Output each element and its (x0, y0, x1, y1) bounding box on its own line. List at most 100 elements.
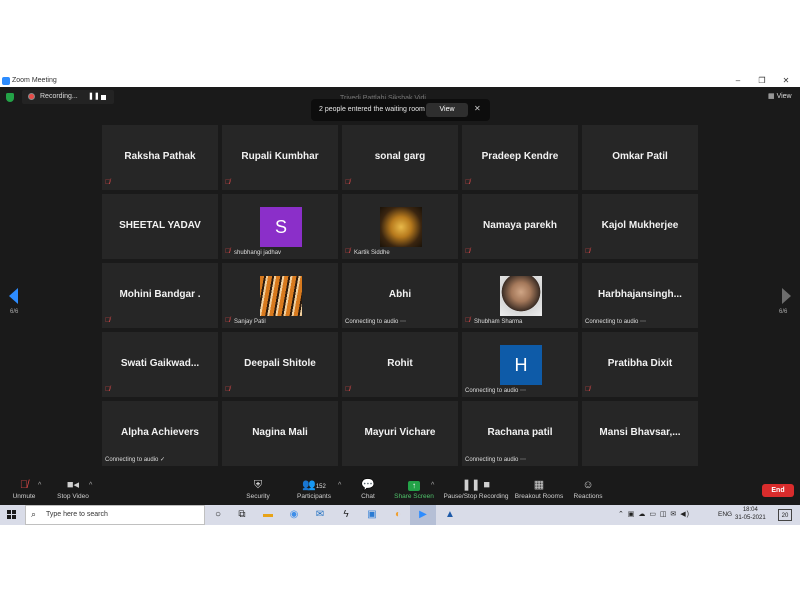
previous-page-arrow-icon[interactable] (9, 288, 18, 304)
security-button[interactable]: ⛨ Security (242, 478, 274, 501)
participant-tile[interactable]: Rupali Kumbhar 🎙̸ (222, 125, 338, 190)
next-page-arrow-icon[interactable] (782, 288, 791, 304)
participant-tile[interactable]: 🎙̸ Shubham Sharma (462, 263, 578, 328)
share-screen-button[interactable]: ↑ Share Screen (393, 478, 435, 501)
participant-tile[interactable]: Mayuri Vichare (342, 401, 458, 466)
audio-options-caret-icon[interactable]: ^ (38, 481, 41, 490)
participant-tile[interactable]: Omkar Patil (582, 125, 698, 190)
end-meeting-button[interactable]: End (762, 484, 794, 497)
muted-mic-icon: 🎙̸ (585, 248, 591, 255)
browser-icon[interactable]: ◐ (390, 507, 406, 523)
participant-name: Abhi (388, 289, 412, 300)
muted-mic-icon: 🎙̸ (225, 248, 231, 255)
taskbar-clock[interactable]: 18:04 31-05-2021 (735, 506, 766, 522)
search-placeholder[interactable]: Type here to search (46, 510, 108, 520)
participant-tile[interactable]: Pratibha Dixit 🎙̸ (582, 332, 698, 397)
participant-tile[interactable]: 🎙̸ Sanjay Patil (222, 263, 338, 328)
photos-icon[interactable]: ▲ (442, 507, 458, 523)
participant-name: Deepali Shitole (244, 358, 316, 369)
participant-tile[interactable]: Raksha Pathak 🎙̸ (102, 125, 218, 190)
participant-tile[interactable]: Deepali Shitole 🎙̸ (222, 332, 338, 397)
participants-caret-icon[interactable]: ^ (338, 481, 341, 490)
chrome-icon[interactable]: ◉ (286, 507, 302, 523)
participant-name: Alpha Achievers (121, 427, 199, 438)
file-explorer-icon[interactable]: ▬ (260, 507, 276, 523)
pause-recording-icon[interactable]: ❚❚ (88, 92, 100, 102)
participant-name: Pratibha Dixit (607, 358, 673, 369)
participant-tile[interactable]: Mansi Bhavsar,... (582, 401, 698, 466)
participant-name: Rupali Kumbhar (241, 151, 319, 162)
minimize-button[interactable]: – (728, 75, 748, 87)
recording-label: Recording... (40, 93, 78, 100)
language-indicator[interactable]: ENG (718, 510, 732, 520)
participant-tile[interactable]: H Connecting to audio ⋯ (462, 332, 578, 397)
participant-name: SHEETAL YADAV (119, 220, 201, 231)
encryption-shield-icon[interactable] (6, 93, 14, 102)
unmute-button[interactable]: 🎙̸ Unmute (8, 478, 40, 501)
breakout-rooms-label: Breakout Rooms (514, 493, 564, 500)
participant-tile[interactable]: Alpha Achievers Connecting to audio ✓ (102, 401, 218, 466)
participants-button[interactable]: 👥152 Participants (294, 478, 334, 501)
profile-photo (380, 207, 422, 247)
participant-tile[interactable]: Swati Gaikwad... 🎙̸ (102, 332, 218, 397)
muted-mic-icon: 🎙̸ (345, 386, 351, 393)
participant-tile[interactable]: 🎙̸ Kartik Siddhe (342, 194, 458, 259)
share-options-caret-icon[interactable]: ^ (431, 481, 434, 490)
participants-icon: 👥152 (302, 479, 326, 491)
mail-icon[interactable]: ✉ (312, 507, 328, 523)
search-icon: ⌕ (31, 509, 37, 519)
restore-button[interactable]: ❐ (752, 75, 772, 87)
participant-tile[interactable]: Rohit 🎙̸ (342, 332, 458, 397)
unmute-label: Unmute (12, 493, 36, 500)
video-options-caret-icon[interactable]: ^ (89, 481, 92, 490)
muted-mic-icon: 🎙̸ (345, 248, 351, 255)
window-title: Zoom Meeting (12, 77, 57, 84)
pause-stop-recording-button[interactable]: ❚❚ ■ Pause/Stop Recording (443, 478, 509, 501)
participant-name: Omkar Patil (612, 151, 668, 162)
muted-mic-icon: 🎙̸ (105, 179, 111, 186)
participant-name: Pradeep Kendre (481, 151, 559, 162)
winamp-icon[interactable]: ϟ (338, 507, 354, 523)
profile-photo (500, 276, 542, 316)
participant-tile[interactable]: Nagina Mali (222, 401, 338, 466)
stop-video-button[interactable]: ■◂ Stop Video (54, 478, 92, 501)
audio-status: Connecting to audio ⋯ (465, 457, 527, 463)
notification-center-icon[interactable]: 20 (778, 509, 792, 521)
participant-tile[interactable]: Rachana patil Connecting to audio ⋯ (462, 401, 578, 466)
notification-close-icon[interactable]: ✕ (474, 104, 481, 114)
security-label: Security (246, 493, 270, 500)
clock-date: 31-05-2021 (735, 515, 766, 521)
store-icon[interactable]: ▣ (364, 507, 380, 523)
participant-tile[interactable]: Kajol Mukherjee 🎙̸ (582, 194, 698, 259)
participant-tile[interactable]: SHEETAL YADAV (102, 194, 218, 259)
view-mode-button[interactable]: ▦ View (768, 92, 792, 102)
windows-start-icon[interactable] (7, 510, 17, 520)
muted-mic-icon: 🎙̸ (225, 317, 231, 324)
share-screen-icon: ↑ (393, 478, 435, 492)
cortana-icon[interactable]: ○ (210, 507, 226, 523)
chat-button[interactable]: 💬 Chat (354, 478, 382, 501)
participant-tile[interactable]: Mohini Bandgar . 🎙̸ (102, 263, 218, 328)
participant-label: shubhangi jadhav (234, 250, 282, 256)
reactions-button[interactable]: ☺ Reactions (571, 478, 605, 501)
zoom-app-icon (2, 77, 10, 85)
notification-view-button[interactable]: View (426, 103, 468, 117)
participant-tile[interactable]: Pradeep Kendre 🎙̸ (462, 125, 578, 190)
breakout-rooms-button[interactable]: ▦ Breakout Rooms (514, 478, 564, 501)
participant-name: Raksha Pathak (124, 151, 196, 162)
participant-tile[interactable]: Abhi Connecting to audio ⋯ (342, 263, 458, 328)
participant-tile[interactable]: Namaya parekh 🎙̸ (462, 194, 578, 259)
view-mode-label: View (776, 93, 792, 100)
participant-tile[interactable]: Harbhajansingh... Connecting to audio ⋯ (582, 263, 698, 328)
muted-mic-icon: 🎙̸ (225, 386, 231, 393)
zoom-taskbar-icon[interactable]: ▶ (415, 507, 431, 523)
muted-mic-icon: 🎙̸ (465, 248, 471, 255)
close-window-button[interactable]: ✕ (776, 75, 796, 87)
participant-tile[interactable]: S 🎙̸ shubhangi jadhav (222, 194, 338, 259)
stop-recording-icon[interactable] (101, 95, 106, 100)
participant-tile[interactable]: sonal garg 🎙̸ (342, 125, 458, 190)
muted-mic-icon: 🎙̸ (225, 179, 231, 186)
grid-icon: ▦ (768, 93, 777, 100)
task-view-icon[interactable]: ⧉ (234, 507, 250, 523)
system-tray-icons[interactable]: ⌃ ▣ ☁ ▭ ◫ ✉ ◀) (618, 510, 690, 520)
